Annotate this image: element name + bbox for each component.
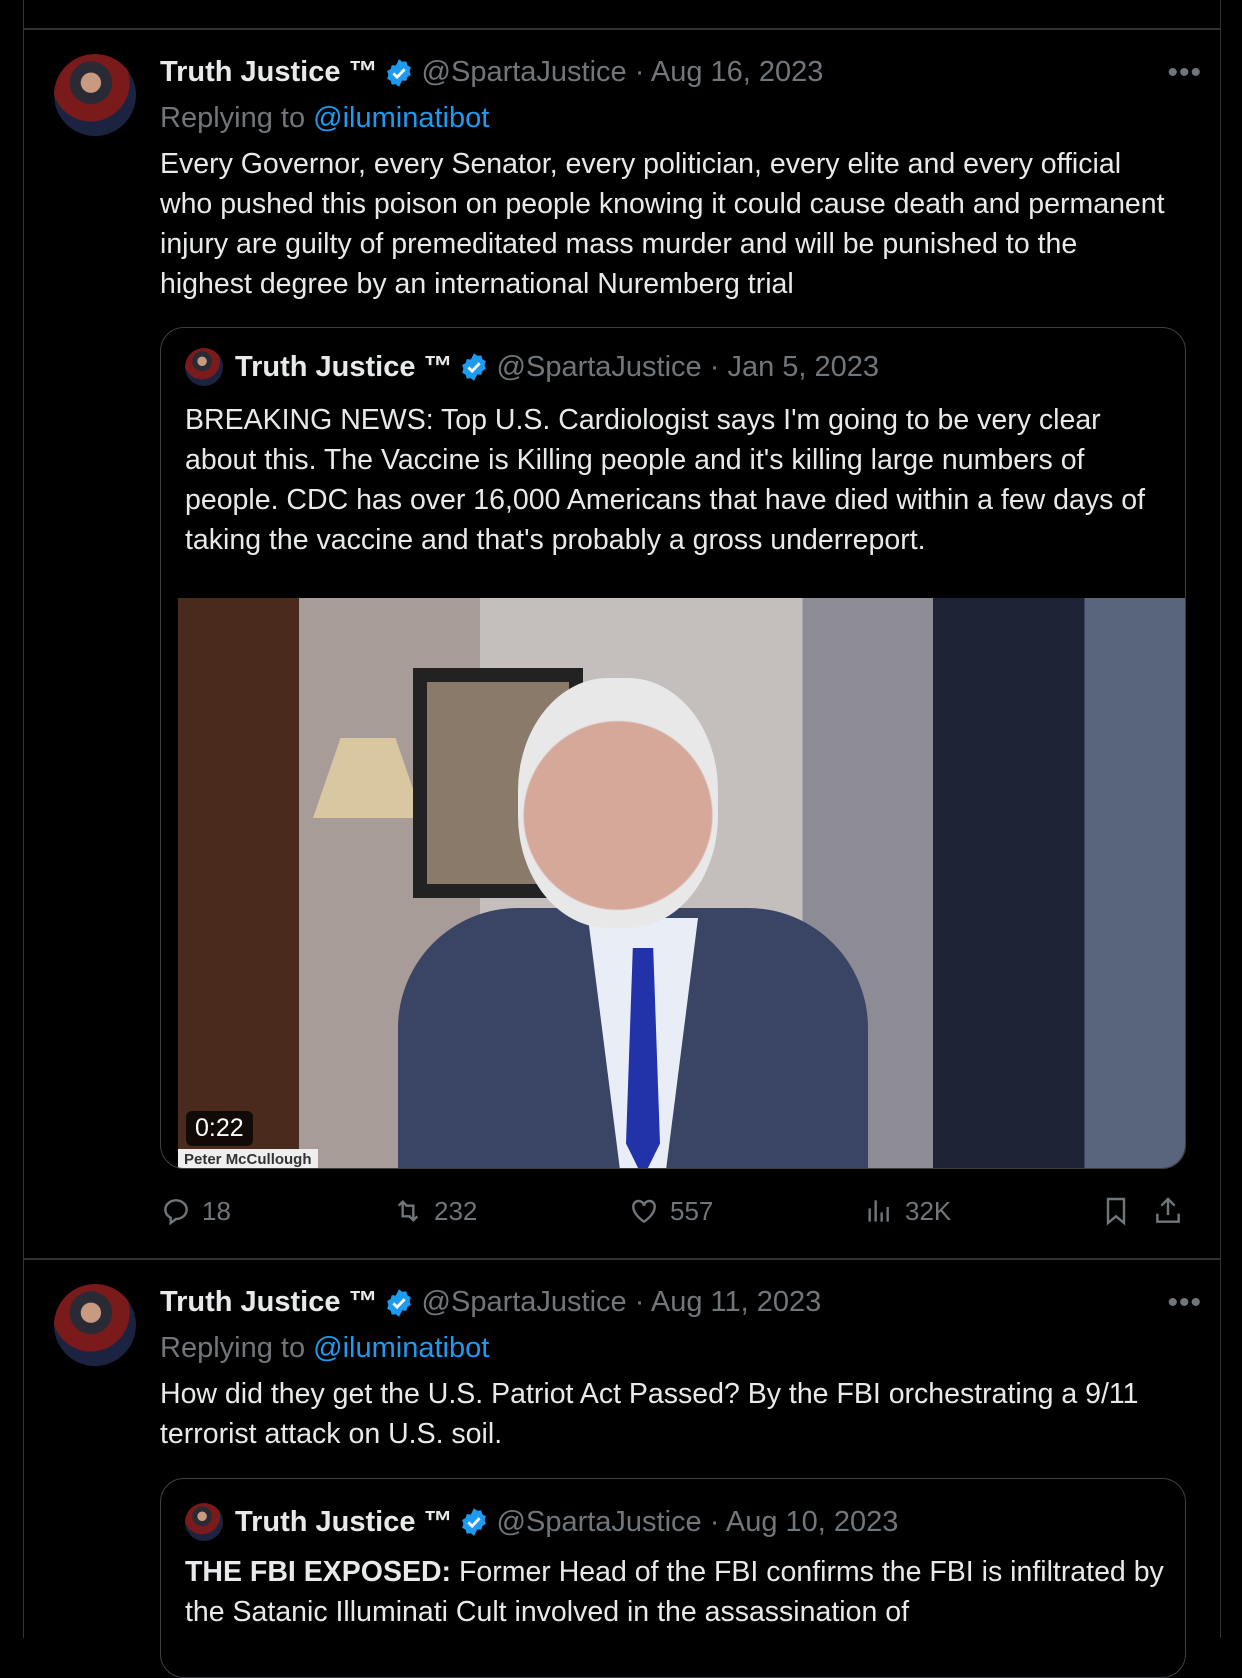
timestamp[interactable]: · Aug 11, 2023	[635, 1286, 822, 1319]
replying-label: Replying to	[160, 1332, 306, 1364]
quote-display-name: Truth Justice ™	[235, 350, 453, 383]
display-name[interactable]: Truth Justice ™	[160, 1286, 378, 1319]
view-count: 32K	[905, 1195, 952, 1226]
tweet-actions: 18 232 557 32K	[160, 1195, 1190, 1237]
like-button[interactable]: 557	[628, 1195, 713, 1227]
verified-badge-icon	[386, 58, 411, 87]
quote-header: Truth Justice ™ @SpartaJustice · Jan 5, …	[185, 348, 879, 386]
avatar[interactable]	[54, 1284, 136, 1366]
quoted-tweet[interactable]: Truth Justice ™ @SpartaJustice · Jan 5, …	[160, 327, 1186, 1169]
verified-badge-icon	[386, 1288, 411, 1317]
quote-display-name: Truth Justice ™	[235, 1505, 453, 1538]
display-name[interactable]: Truth Justice ™	[160, 56, 378, 89]
video-duration: 0:22	[186, 1111, 253, 1146]
reply-count: 18	[202, 1195, 231, 1226]
mention-link[interactable]: @iluminatibot	[313, 1332, 489, 1364]
video-frame-face	[518, 678, 718, 928]
quote-text: THE FBI EXPOSED: Former Head of the FBI …	[185, 1552, 1175, 1632]
replying-label: Replying to	[160, 102, 306, 134]
verified-badge-icon	[461, 1508, 486, 1536]
quoted-tweet[interactable]: Truth Justice ™ @SpartaJustice · Aug 10,…	[160, 1478, 1186, 1678]
views-chart-icon	[868, 1200, 889, 1222]
repost-count: 232	[434, 1195, 478, 1226]
video-frame-lamp	[313, 738, 423, 818]
like-count: 557	[670, 1195, 714, 1226]
handle[interactable]: @SpartaJustice	[422, 1286, 627, 1319]
tweet-text: How did they get the U.S. Patriot Act Pa…	[160, 1378, 1139, 1450]
quote-text: BREAKING NEWS: Top U.S. Cardiologist say…	[185, 404, 1146, 556]
mention-link[interactable]: @iluminatibot	[313, 102, 489, 134]
repost-button[interactable]: 232	[392, 1195, 477, 1227]
bookmark-button[interactable]	[1100, 1195, 1132, 1227]
share-button[interactable]	[1152, 1195, 1184, 1227]
verified-badge-icon	[461, 353, 486, 381]
timestamp[interactable]: · Aug 16, 2023	[635, 56, 824, 89]
quote-avatar	[185, 1503, 223, 1541]
divider	[23, 1258, 1221, 1260]
reply-icon	[164, 1199, 188, 1226]
tweet-header: Truth Justice ™ @SpartaJustice · Aug 11,…	[160, 1286, 821, 1319]
quote-header: Truth Justice ™ @SpartaJustice · Aug 10,…	[185, 1503, 898, 1541]
bookmark-icon	[1106, 1197, 1126, 1226]
heart-icon	[632, 1199, 656, 1224]
share-icon	[1156, 1197, 1180, 1223]
more-options-icon[interactable]: •••	[1167, 56, 1202, 90]
repost-icon	[397, 1199, 419, 1223]
handle[interactable]: @SpartaJustice	[422, 56, 627, 89]
tweet-header: Truth Justice ™ @SpartaJustice · Aug 16,…	[160, 56, 823, 89]
replying-to: Replying to @iluminatibot	[160, 1332, 489, 1365]
video-caption: Peter McCullough	[178, 1149, 318, 1168]
quote-handle: @SpartaJustice	[496, 1505, 702, 1538]
quote-handle: @SpartaJustice	[496, 350, 702, 383]
quote-timestamp: · Jan 5, 2023	[709, 350, 880, 383]
replying-to: Replying to @iluminatibot	[160, 102, 489, 135]
quote-text-bold: THE FBI EXPOSED:	[185, 1556, 452, 1588]
divider	[23, 28, 1221, 30]
video-player[interactable]: Peter McCullough 0:22	[178, 598, 1185, 1168]
avatar[interactable]	[54, 54, 136, 136]
quote-avatar	[185, 348, 223, 386]
reply-button[interactable]: 18	[160, 1195, 231, 1227]
views-button[interactable]: 32K	[863, 1195, 951, 1227]
tweet-text: Every Governor, every Senator, every pol…	[160, 148, 1165, 300]
quote-timestamp: · Aug 10, 2023	[709, 1505, 899, 1538]
more-options-icon[interactable]: •••	[1167, 1286, 1202, 1320]
